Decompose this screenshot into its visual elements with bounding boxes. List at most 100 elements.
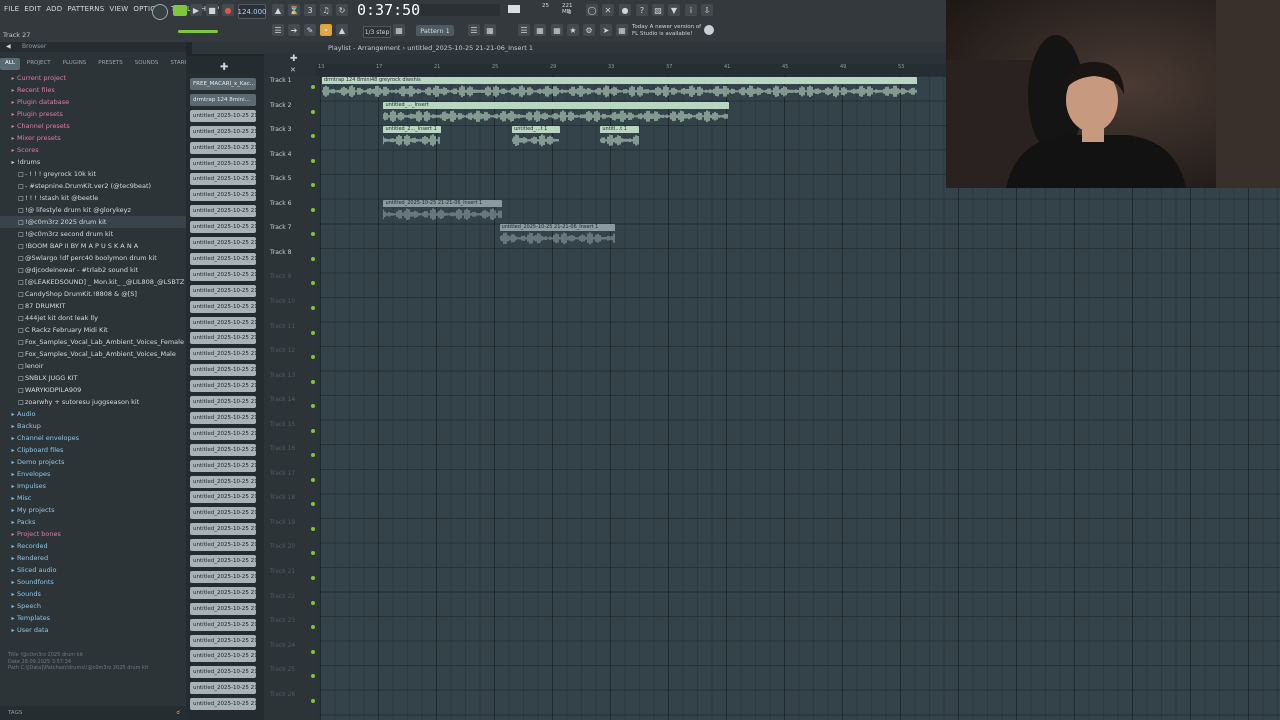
track-header[interactable]: Track 1: [264, 76, 318, 100]
track-mute-led[interactable]: [311, 625, 315, 630]
channel-rack-icon[interactable]: ▦: [484, 24, 496, 36]
picker-clip[interactable]: untitled_2025-10-25 21-: [190, 586, 256, 599]
piano-roll-icon[interactable]: ▦: [534, 24, 546, 36]
audio-clip[interactable]: untitled_2025-10-25 21-21-06_Insert 1: [383, 199, 502, 222]
audio-clip[interactable]: untitl...t 1: [600, 126, 639, 148]
audio-clip[interactable]: untitled_2..._Insert 1: [383, 126, 442, 148]
picker-clip[interactable]: untitled_2025-10-25 21-: [190, 555, 256, 567]
search-icon[interactable]: ☌: [176, 706, 180, 720]
news-globe-icon[interactable]: [704, 25, 714, 35]
track-mute-led[interactable]: [311, 502, 315, 507]
picker-clip[interactable]: untitled_2025-10-25 21-: [190, 268, 256, 281]
browser-item[interactable]: ▸ Sliced audio: [0, 564, 186, 576]
browser-arrow-icon[interactable]: ◀: [6, 43, 11, 50]
picker-clip[interactable]: untitled_2025-10-25 21-: [190, 491, 256, 504]
picker-clip[interactable]: FREE_MACARI_x_Kac...: [190, 78, 256, 90]
track-mute-led[interactable]: [311, 576, 315, 580]
cut-icon[interactable]: ✕: [602, 4, 614, 16]
picker-clip[interactable]: untitled_2025-10-25 21-: [190, 125, 256, 138]
mixer-icon[interactable]: ?: [636, 4, 648, 16]
mic-icon[interactable]: ●: [619, 4, 631, 16]
picker-clip[interactable]: untitled_2025-10-25 21-: [190, 459, 256, 472]
browser-item[interactable]: ▸ Recent files: [0, 84, 186, 96]
track-mute-led[interactable]: [311, 256, 315, 261]
pencil-icon[interactable]: ✎: [304, 24, 316, 36]
picker-clip[interactable]: untitled_2025-10-25 21-: [190, 682, 256, 695]
picker-clip[interactable]: untitled_2025-10-25 21-: [190, 380, 256, 393]
track-header[interactable]: Track 4: [264, 150, 318, 174]
browser-item[interactable]: □!@c0m3rz 2025 drum kit: [0, 216, 186, 228]
menu-file[interactable]: FILE: [4, 5, 19, 17]
playlist-window-icon[interactable]: ☰: [468, 24, 480, 36]
menu-edit[interactable]: EDIT: [24, 5, 41, 17]
browser-item[interactable]: ▸ User data: [0, 624, 186, 636]
track-mute-led[interactable]: [311, 404, 315, 409]
picker-clip[interactable]: untitled_2025-10-25 21-: [190, 300, 256, 313]
browser-item[interactable]: □CandyShop DrumKit.!8808 & @[S]: [0, 288, 186, 300]
picker-clip[interactable]: untitled_2025-10-25 21-: [190, 284, 256, 297]
snap-step-select[interactable]: 1/3 step: [363, 26, 391, 38]
track-mute-led[interactable]: [311, 600, 315, 605]
browser-item[interactable]: □@djcodeinewar - #trlab2 sound kit: [0, 264, 186, 276]
audio-clip[interactable]: untitled_2025-10-25 21-21-06_Insert 1: [499, 224, 615, 246]
track-header[interactable]: Track 15: [264, 420, 318, 444]
picker-clip[interactable]: untitled_2025-10-25 21-: [190, 539, 256, 552]
track-header[interactable]: Track 19: [264, 518, 318, 542]
browser-item[interactable]: □Fox_Samples_Vocal_Lab_Ambient_Voices_Fe…: [0, 336, 186, 348]
touch-keyboard-icon[interactable]: ➤: [600, 24, 612, 36]
stamp-icon[interactable]: ▲: [336, 24, 348, 36]
track-header[interactable]: Track 5: [264, 174, 318, 198]
picker-clip[interactable]: untitled_2025-10-25 21-: [190, 189, 256, 202]
browser-tab-presets[interactable]: PRESETS: [93, 58, 127, 70]
song-mode-indicator[interactable]: [173, 5, 187, 16]
browser-item[interactable]: □SNBLX JUGG KIT: [0, 372, 186, 384]
browser-item[interactable]: ▸ My projects: [0, 504, 186, 516]
browser-item[interactable]: □! ! ! !stash kit @beetle: [0, 192, 186, 204]
track-header[interactable]: Track 21: [264, 567, 318, 591]
track-header[interactable]: Track 9: [264, 272, 318, 296]
browser-item[interactable]: □87 DRUMKIT: [0, 300, 186, 312]
snap-magnet-icon[interactable]: ⦿: [320, 24, 332, 36]
info-icon[interactable]: i: [685, 4, 697, 16]
playlist-add-track-icon[interactable]: ✚: [290, 54, 298, 64]
track-mute-led[interactable]: [311, 477, 315, 482]
browser-item[interactable]: ▸ Misc: [0, 492, 186, 504]
browser-item[interactable]: □C Rackz February Midi Kit: [0, 324, 186, 336]
browser-item[interactable]: ▸ Current project: [0, 72, 186, 84]
plugin-icon[interactable]: ★: [567, 24, 579, 36]
browser-item[interactable]: □WARYKIDPILA909: [0, 384, 186, 396]
track-mute-led[interactable]: [311, 207, 315, 212]
picker-clip[interactable]: untitled_2025-10-25 21-: [190, 507, 256, 520]
download-icon[interactable]: ⇩: [701, 4, 713, 16]
picker-clip[interactable]: untitled_2025-10-25 21-: [190, 666, 256, 679]
picker-clip[interactable]: untitled_2025-10-25 21-: [190, 427, 256, 440]
record-button[interactable]: ●: [222, 4, 234, 16]
master-volume-slider[interactable]: [178, 30, 218, 33]
picker-clip[interactable]: untitled_2025-10-25 21-: [190, 570, 256, 583]
track-header[interactable]: Track 13: [264, 371, 318, 395]
track-mute-led[interactable]: [311, 232, 315, 237]
browser-window-icon[interactable]: ▦: [551, 24, 563, 36]
picker-clip[interactable]: untitled_2025-10-25 21-: [190, 364, 256, 377]
picker-clip[interactable]: untitled_2025-10-25 21-: [190, 602, 256, 615]
picker-clip[interactable]: untitled_2025-10-25 21-: [190, 348, 256, 361]
stop-button[interactable]: ■: [206, 4, 218, 16]
picker-clip[interactable]: untitled_2025-10-25 21-: [190, 316, 256, 329]
track-header[interactable]: Track 20: [264, 542, 318, 566]
browser-item[interactable]: □- ! ! ! greyrock 10k kit: [0, 168, 186, 180]
browser-item[interactable]: ▸ Clipboard files: [0, 444, 186, 456]
news-panel[interactable]: Today A newer version of FL Studio is av…: [632, 24, 712, 38]
tempo-display[interactable]: 124.000: [238, 4, 266, 19]
browser-item[interactable]: □@Swlargo !df perc40 boolymon drum kit: [0, 252, 186, 264]
browser-item[interactable]: □[@LEAKEDSOUND] _ Mon.kit_ _@LIL808_@LSB…: [0, 276, 186, 288]
track-mute-led[interactable]: [311, 698, 315, 703]
track-mute-led[interactable]: [311, 85, 315, 89]
track-header[interactable]: Track 17: [264, 469, 318, 493]
news-icon[interactable]: ▦: [616, 24, 628, 36]
browser-item[interactable]: ▸ Channel presets: [0, 120, 186, 132]
picker-clip[interactable]: untitled_2025-10-25 21-: [190, 523, 256, 536]
track-mute-led[interactable]: [311, 649, 315, 654]
picker-add-icon[interactable]: ✚: [220, 62, 228, 73]
wait-input-icon[interactable]: ⌛: [288, 4, 300, 16]
track-header[interactable]: Track 23: [264, 616, 318, 640]
